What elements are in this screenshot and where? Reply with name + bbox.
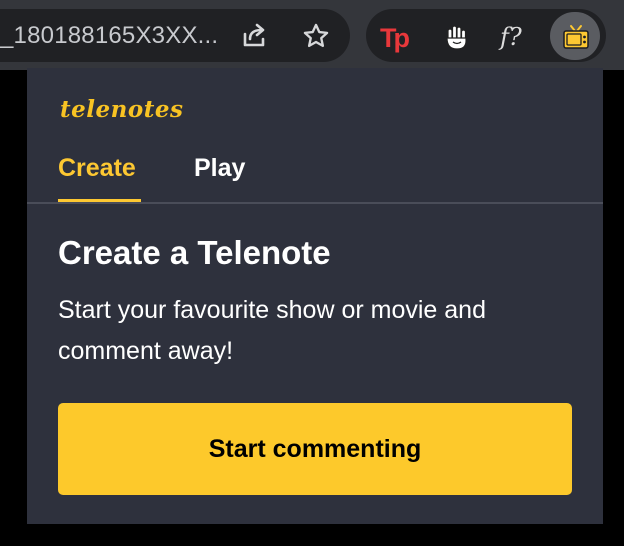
tabs-divider <box>27 202 603 204</box>
font-query-extension-icon[interactable]: f? <box>500 23 530 53</box>
share-icon[interactable] <box>240 22 268 50</box>
star-icon[interactable] <box>302 22 330 50</box>
tp-extension-icon[interactable]: Tp <box>380 23 410 53</box>
tab-create[interactable]: Create <box>58 154 136 183</box>
telenotes-popup: telenotes Create Play Create a Telenote … <box>27 68 603 524</box>
page-title: Create a Telenote <box>58 234 331 271</box>
description: Start your favourite show or movie and c… <box>58 296 486 365</box>
hand-icon[interactable] <box>442 23 472 53</box>
logo: telenotes <box>60 96 184 123</box>
start-commenting-button[interactable]: Start commenting <box>58 403 572 495</box>
url-text[interactable]: _180188165X3XX... <box>0 22 218 50</box>
tab-play[interactable]: Play <box>194 154 245 183</box>
tv-icon[interactable] <box>561 22 591 52</box>
browser-toolbar: _180188165X3XX... Tp f? <box>0 0 624 70</box>
